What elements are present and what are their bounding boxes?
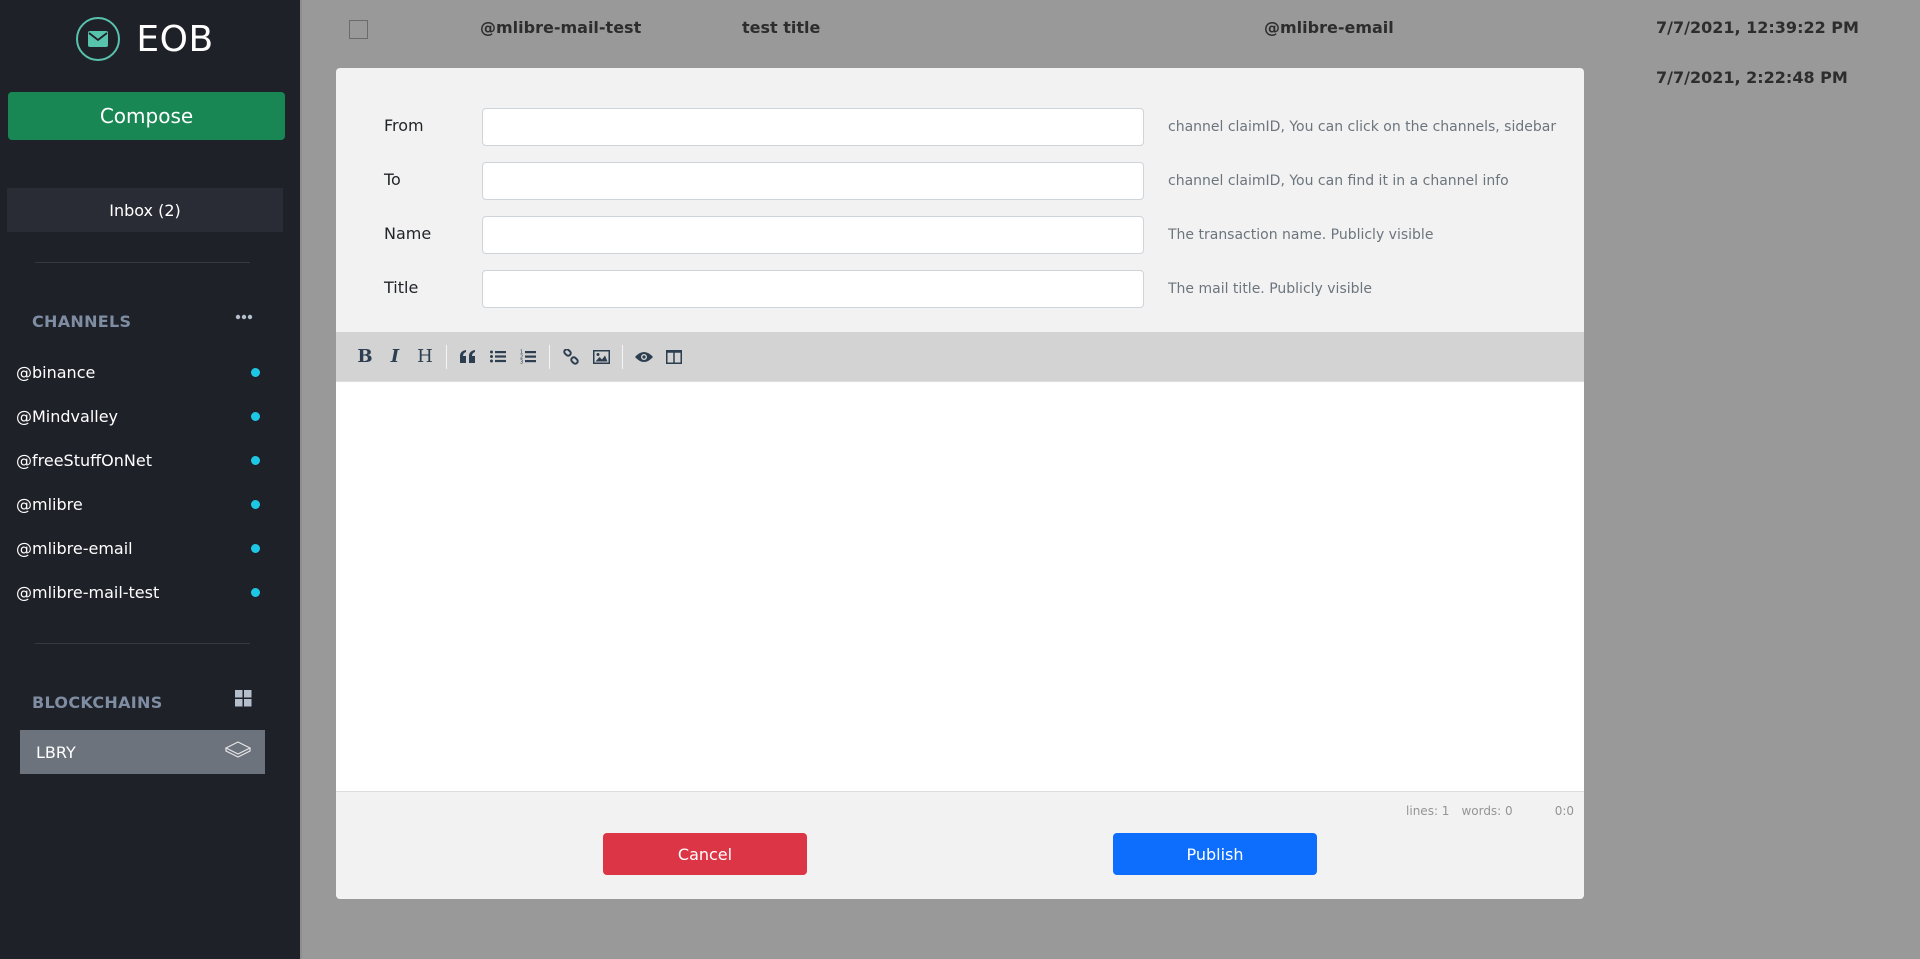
blockchains-title: BLOCKCHAINS (32, 693, 163, 712)
channel-item[interactable]: @Mindvalley (0, 394, 290, 438)
toolbar-separator (549, 344, 550, 369)
mail-row[interactable]: @mlibre-mail-test test title @mlibre-ema… (302, 0, 1920, 50)
sidebar: EOB Compose Inbox (2) CHANNELS @binance … (0, 0, 300, 959)
status-dot (251, 455, 260, 465)
cancel-button[interactable]: Cancel (603, 833, 807, 875)
title-row: Title The mail title. Publicly visible (336, 270, 1584, 310)
preview-eye-icon[interactable] (629, 342, 659, 372)
channels-title: CHANNELS (32, 312, 132, 331)
layer-icon (224, 741, 252, 763)
channel-item[interactable]: @binance (0, 350, 290, 394)
mail-body-editor[interactable] (336, 382, 1584, 792)
name-hint: The transaction name. Publicly visible (1168, 227, 1434, 243)
from-input[interactable] (482, 108, 1144, 146)
inbox-button[interactable]: Inbox (2) (7, 188, 283, 232)
heading-button[interactable]: H (410, 342, 440, 372)
channel-list: @binance @Mindvalley @freeStuffOnNet @ml… (0, 350, 290, 614)
toolbar-separator (446, 344, 447, 369)
mail-from: @mlibre-mail-test (480, 18, 642, 37)
to-hint: channel claimID, You can find it in a ch… (1168, 173, 1509, 189)
blockchain-name: LBRY (36, 742, 76, 762)
to-input[interactable] (482, 162, 1144, 200)
mail-to: @mlibre-email (1264, 18, 1394, 37)
divider (35, 643, 250, 644)
side-by-side-icon[interactable] (659, 342, 689, 372)
from-hint: channel claimID, You can click on the ch… (1168, 119, 1557, 135)
mail-title: test title (742, 18, 821, 37)
brand: EOB (0, 17, 290, 61)
name-label: Name (384, 224, 432, 243)
bold-button[interactable]: B (350, 342, 380, 372)
app-name: EOB (136, 18, 214, 60)
word-count: words: 0 (1461, 804, 1513, 818)
divider (35, 262, 250, 263)
name-row: Name The transaction name. Publicly visi… (336, 216, 1584, 256)
status-dot (251, 499, 260, 509)
title-input[interactable] (482, 270, 1144, 308)
name-input[interactable] (482, 216, 1144, 254)
status-dot (251, 367, 260, 377)
status-dot (251, 543, 260, 553)
mail-date: 7/7/2021, 2:22:48 PM (1656, 68, 1848, 87)
ellipsis-icon[interactable] (235, 305, 253, 324)
title-hint: The mail title. Publicly visible (1168, 281, 1373, 297)
editor-toolbar: B I H 123 (336, 332, 1584, 382)
svg-text:3: 3 (520, 360, 523, 365)
title-label: Title (384, 278, 419, 297)
channel-name: @mlibre-mail-test (16, 582, 160, 602)
line-count: lines: 1 (1406, 804, 1450, 818)
channel-name: @freeStuffOnNet (16, 450, 152, 470)
to-row: To channel claimID, You can find it in a… (336, 162, 1584, 202)
unordered-list-icon[interactable] (483, 342, 513, 372)
channel-name: @binance (16, 362, 96, 382)
italic-button[interactable]: I (380, 342, 410, 372)
cursor-position: 0:0 (1554, 804, 1574, 818)
channel-item[interactable]: @mlibre (0, 482, 290, 526)
channel-item[interactable]: @freeStuffOnNet (0, 438, 290, 482)
editor-status-bar: lines: 1 words: 0 0:0 (1406, 804, 1574, 818)
mail-checkbox[interactable] (349, 20, 368, 39)
status-dot (251, 587, 260, 597)
publish-button[interactable]: Publish (1113, 833, 1317, 875)
channel-name: @Mindvalley (16, 406, 119, 426)
quote-icon[interactable] (453, 342, 483, 372)
to-label: To (384, 170, 401, 189)
envelope-icon (76, 17, 121, 61)
channel-name: @mlibre-email (16, 538, 133, 558)
channel-name: @mlibre (16, 494, 83, 514)
grid-icon[interactable] (235, 690, 252, 711)
status-dot (251, 411, 260, 421)
channel-item[interactable]: @mlibre-mail-test (0, 570, 290, 614)
link-icon[interactable] (556, 342, 586, 372)
image-icon[interactable] (586, 342, 616, 372)
ordered-list-icon[interactable]: 123 (513, 342, 543, 372)
blockchain-item-lbry[interactable]: LBRY (20, 730, 265, 774)
from-row: From channel claimID, You can click on t… (336, 108, 1584, 148)
compose-button[interactable]: Compose (8, 92, 285, 140)
from-label: From (384, 116, 424, 135)
mail-date: 7/7/2021, 12:39:22 PM (1656, 18, 1859, 37)
channel-item[interactable]: @mlibre-email (0, 526, 290, 570)
toolbar-separator (622, 344, 623, 369)
compose-modal: From channel claimID, You can click on t… (336, 68, 1584, 899)
